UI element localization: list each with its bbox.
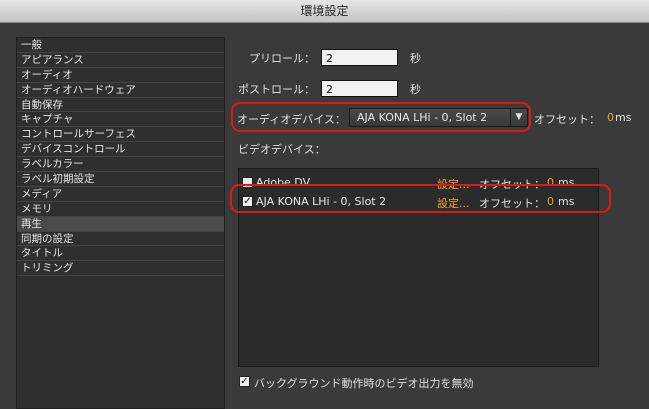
- category-item-trim[interactable]: トリミング: [17, 261, 224, 277]
- video-device-offset-label: オフセット：: [479, 197, 545, 210]
- category-item-audio[interactable]: オーディオ: [17, 68, 224, 83]
- video-device-settings-link[interactable]: 設定...: [437, 195, 470, 211]
- video-device-settings-link[interactable]: 設定...: [437, 176, 470, 192]
- category-item-audio-hardware[interactable]: オーディオハードウェア: [17, 83, 224, 98]
- video-device-row[interactable]: ✓ AJA KONA LHi - 0, Slot 2 設定... オフセット： …: [239, 192, 598, 212]
- category-item-playback[interactable]: 再生: [17, 216, 224, 232]
- postroll-input[interactable]: 2: [321, 80, 398, 97]
- disable-bg-label: バックグラウンド動作時のビデオ出力を無効: [254, 377, 474, 390]
- category-item-control-surface[interactable]: コントロールサーフェス: [17, 127, 224, 143]
- category-item-titler[interactable]: タイトル: [17, 246, 224, 262]
- video-device-offset-value[interactable]: 0: [547, 195, 554, 208]
- video-device-row[interactable]: Adobe DV 設定... オフセット： 0 ms: [239, 173, 598, 193]
- video-device-offset-unit: ms: [558, 176, 575, 189]
- window-title: 環境設定: [0, 0, 649, 23]
- category-item-label-colors[interactable]: ラベルカラー: [17, 157, 224, 173]
- category-item-memory[interactable]: メモリ: [17, 202, 224, 217]
- audio-device-label: オーディオデバイス：: [237, 113, 346, 126]
- video-device-list[interactable]: Adobe DV 設定... オフセット： 0 ms ✓ AJA KONA LH…: [238, 168, 599, 367]
- video-device-offset-value[interactable]: 0: [547, 176, 554, 189]
- audio-device-value: AJA KONA LHi - 0, Slot 2: [357, 111, 488, 124]
- audio-offset-label: オフセット：: [534, 113, 600, 126]
- video-device-name: AJA KONA LHi - 0, Slot 2: [256, 195, 387, 208]
- category-item-general[interactable]: 一般: [17, 38, 224, 53]
- category-item-device-control[interactable]: デバイスコントロール: [17, 142, 224, 158]
- category-item-capture[interactable]: キャプチャ: [17, 112, 224, 128]
- preroll-input[interactable]: 2: [321, 49, 398, 66]
- audio-offset-value[interactable]: 0: [607, 111, 614, 124]
- postroll-label: ポストロール：: [238, 83, 315, 96]
- category-item-label-defaults[interactable]: ラベル初期設定: [17, 172, 224, 187]
- category-item-sync-settings[interactable]: 同期の設定: [17, 232, 224, 247]
- video-device-checkbox[interactable]: [242, 177, 253, 188]
- postroll-unit: 秒: [410, 83, 421, 96]
- preroll-label: プリロール：: [249, 52, 315, 65]
- chevron-down-icon: ▼: [510, 109, 527, 126]
- video-device-offset-unit: ms: [558, 195, 575, 208]
- disable-bg-checkbox[interactable]: ✓: [239, 376, 250, 387]
- video-device-name: Adobe DV: [256, 176, 311, 189]
- category-list[interactable]: 一般 アピアランス オーディオ オーディオハードウェア 自動保存 キャプチャ コ…: [16, 37, 225, 409]
- video-device-checkbox[interactable]: ✓: [242, 196, 253, 207]
- video-device-offset-label: オフセット：: [479, 178, 545, 191]
- audio-offset-unit: ms: [615, 111, 632, 124]
- video-device-label: ビデオデバイス：: [238, 143, 326, 156]
- category-item-media[interactable]: メディア: [17, 187, 224, 202]
- audio-device-select[interactable]: AJA KONA LHi - 0, Slot 2 ▼: [349, 108, 528, 127]
- category-item-auto-save[interactable]: 自動保存: [17, 98, 224, 113]
- category-item-appearance[interactable]: アピアランス: [17, 53, 224, 68]
- preroll-unit: 秒: [410, 52, 421, 65]
